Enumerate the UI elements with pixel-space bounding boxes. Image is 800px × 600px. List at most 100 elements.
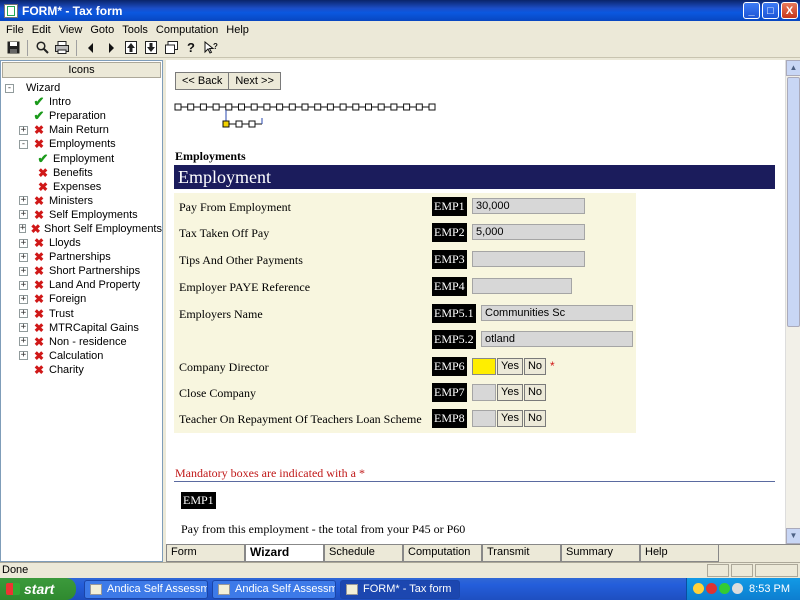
expand-icon[interactable]: + xyxy=(19,280,28,290)
help-icon[interactable]: ? xyxy=(182,39,200,57)
expand-icon[interactable]: + xyxy=(19,238,28,248)
tree-item-mtrcapital-gains[interactable]: + ✖ MTRCapital Gains xyxy=(1,321,162,335)
tree-item-benefits[interactable]: ✖ Benefits xyxy=(1,166,162,180)
tree-item-non-residence[interactable]: + ✖ Non - residence xyxy=(1,335,162,349)
window-icon[interactable] xyxy=(162,39,180,57)
collapse-icon[interactable]: - xyxy=(19,139,28,149)
menu-help[interactable]: Help xyxy=(222,24,253,36)
expand-icon[interactable]: + xyxy=(19,210,28,220)
tab-summary[interactable]: Summary xyxy=(561,545,640,562)
menu-view[interactable]: View xyxy=(55,24,87,36)
progress-step[interactable] xyxy=(187,103,195,111)
security-icon[interactable] xyxy=(706,583,717,594)
progress-step-current[interactable] xyxy=(222,120,230,128)
progress-step[interactable] xyxy=(428,103,436,111)
expand-icon[interactable]: + xyxy=(19,294,28,304)
scroll-down-icon[interactable]: ▼ xyxy=(786,528,800,544)
tree-item-land-and-property[interactable]: + ✖ Land And Property xyxy=(1,278,162,292)
progress-step[interactable] xyxy=(199,103,207,111)
progress-step[interactable] xyxy=(403,103,411,111)
teacher-loan-input[interactable] xyxy=(472,410,496,427)
tree-item-charity[interactable]: ✖ Charity xyxy=(1,363,162,377)
expand-icon[interactable]: + xyxy=(19,351,28,361)
tax-taken-off-pay-input[interactable]: 5,000 xyxy=(472,224,585,240)
tab-form[interactable]: Form xyxy=(166,545,245,562)
no-button[interactable]: No xyxy=(523,358,547,375)
tab-wizard[interactable]: Wizard xyxy=(245,545,324,562)
menu-edit[interactable]: Edit xyxy=(28,24,55,36)
tab-computation[interactable]: Computation xyxy=(403,545,482,562)
zoom-icon[interactable] xyxy=(33,39,51,57)
close-company-input[interactable] xyxy=(472,384,496,401)
employers-name-line1-input[interactable]: Communities Sc xyxy=(481,305,633,321)
next-button[interactable]: Next >> xyxy=(228,72,281,90)
tree-item-calculation[interactable]: + ✖ Calculation xyxy=(1,349,162,363)
tree-item-ministers[interactable]: + ✖ Ministers xyxy=(1,194,162,208)
expand-icon[interactable]: + xyxy=(19,224,27,234)
tree-item-wizard[interactable]: - Wizard xyxy=(1,81,162,95)
minimize-button[interactable]: _ xyxy=(743,2,760,19)
yes-button[interactable]: Yes xyxy=(497,358,523,375)
progress-step[interactable] xyxy=(276,103,284,111)
yes-button[interactable]: Yes xyxy=(497,410,523,427)
taskbar-button[interactable]: Andica Self Assessme... xyxy=(212,580,336,599)
progress-step[interactable] xyxy=(238,103,245,111)
back-button[interactable]: << Back xyxy=(175,72,230,90)
expand-icon[interactable]: + xyxy=(19,266,28,276)
progress-step[interactable] xyxy=(250,103,258,111)
progress-step[interactable] xyxy=(352,103,360,111)
tree-item-employments[interactable]: - ✖ Employments xyxy=(1,137,162,151)
tab-help[interactable]: Help xyxy=(640,545,719,562)
download-icon[interactable] xyxy=(142,39,160,57)
print-icon[interactable] xyxy=(53,39,71,57)
progress-step[interactable] xyxy=(314,103,322,111)
taskbar-button-active[interactable]: FORM* - Tax form xyxy=(340,580,460,599)
start-button[interactable]: start xyxy=(0,578,76,600)
tree-item-partnerships[interactable]: + ✖ Partnerships xyxy=(1,250,162,264)
pay-from-employment-input[interactable]: 30,000 xyxy=(472,198,585,214)
menu-computation[interactable]: Computation xyxy=(152,24,222,36)
expand-icon[interactable]: + xyxy=(19,337,28,347)
expand-icon[interactable]: + xyxy=(19,323,28,333)
employers-name-line2-input[interactable]: otland xyxy=(481,331,633,347)
progress-step[interactable] xyxy=(174,103,182,111)
close-button[interactable]: X xyxy=(781,2,798,19)
tree-item-short-self-employments[interactable]: + ✖ Short Self Employments xyxy=(1,222,162,236)
tree-item-self-employments[interactable]: + ✖ Self Employments xyxy=(1,208,162,222)
menu-file[interactable]: File xyxy=(2,24,28,36)
progress-step[interactable] xyxy=(377,103,385,111)
next-icon[interactable] xyxy=(102,39,120,57)
upload-icon[interactable] xyxy=(122,39,140,57)
vertical-scrollbar[interactable]: ▲ ▼ xyxy=(785,60,800,544)
menu-goto[interactable]: Goto xyxy=(86,24,118,36)
volume-icon[interactable] xyxy=(732,583,743,594)
tab-transmit[interactable]: Transmit xyxy=(482,545,561,562)
progress-step[interactable] xyxy=(326,103,334,111)
expand-icon[interactable]: + xyxy=(19,125,28,135)
no-button[interactable]: No xyxy=(523,384,547,401)
tree-item-short-partnerships[interactable]: + ✖ Short Partnerships xyxy=(1,264,162,278)
employer-paye-reference-input[interactable] xyxy=(472,278,572,294)
tree-item-employment[interactable]: ✔ Employment xyxy=(1,151,162,166)
taskbar-button[interactable]: Andica Self Assessme... xyxy=(84,580,208,599)
save-icon[interactable] xyxy=(4,39,22,57)
context-help-icon[interactable]: ? xyxy=(202,39,220,57)
progress-step[interactable] xyxy=(263,103,271,111)
collapse-icon[interactable]: - xyxy=(5,83,14,93)
yes-button[interactable]: Yes xyxy=(497,384,523,401)
progress-step[interactable] xyxy=(415,103,423,111)
progress-step[interactable] xyxy=(288,103,296,111)
company-director-input[interactable] xyxy=(472,358,496,375)
progress-step[interactable] xyxy=(235,120,243,128)
expand-icon[interactable]: + xyxy=(19,252,28,262)
progress-step[interactable] xyxy=(225,103,233,111)
tree-item-preparation[interactable]: ✔ Preparation xyxy=(1,108,162,123)
scroll-up-icon[interactable]: ▲ xyxy=(786,60,800,76)
network-icon[interactable] xyxy=(719,583,730,594)
expand-icon[interactable]: + xyxy=(19,309,28,319)
progress-step[interactable] xyxy=(390,103,398,111)
progress-step[interactable] xyxy=(365,103,372,111)
prev-icon[interactable] xyxy=(82,39,100,57)
no-button[interactable]: No xyxy=(523,410,547,427)
tips-other-payments-input[interactable] xyxy=(472,251,585,267)
